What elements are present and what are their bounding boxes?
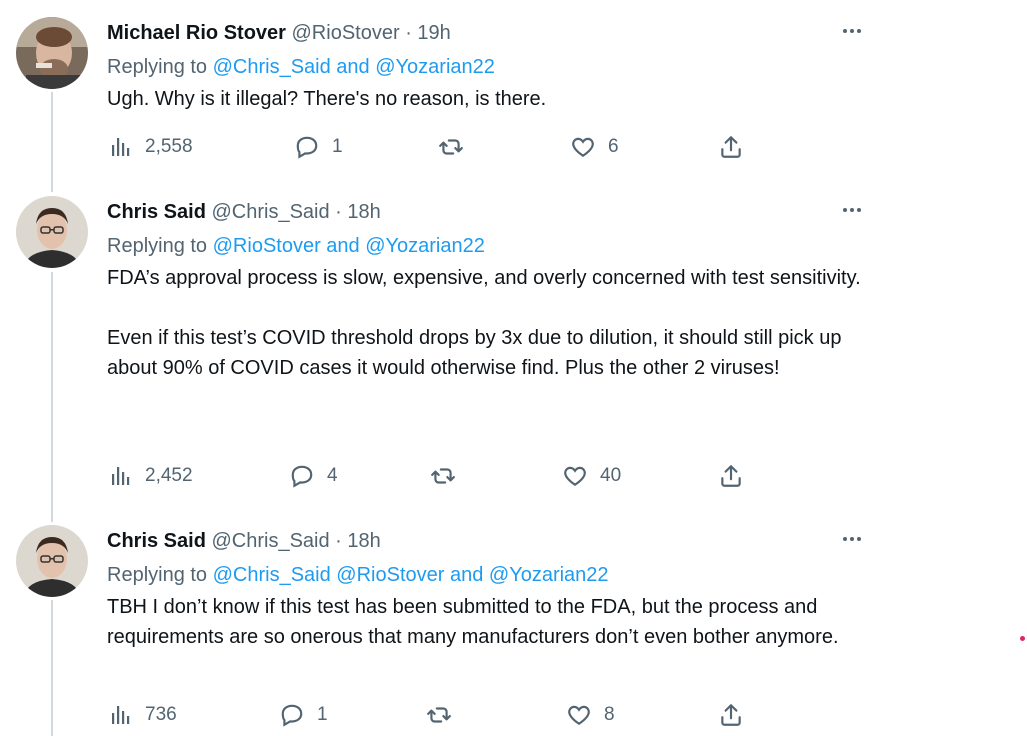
heart-icon (562, 463, 588, 489)
views-count: 736 (145, 704, 177, 725)
reply-count: 4 (327, 465, 338, 486)
retweet-icon (430, 463, 456, 489)
replying-prefix: Replying to (107, 564, 208, 586)
action-bar: 736 1 8 (0, 700, 800, 730)
tweet[interactable]: Michael Rio Stover @RioStover · 19h Repl… (0, 17, 1027, 177)
replying-to: Replying to @Chris_Said and @Yozarian22 (107, 54, 495, 80)
tweet-header: Chris Said @Chris_Said · 18h (107, 199, 381, 225)
action-bar: 2,452 4 40 (0, 461, 800, 491)
timestamp[interactable]: · 18h (335, 201, 381, 223)
views-count: 2,452 (145, 465, 193, 486)
tweet-text: TBH I don’t know if this test has been s… (107, 596, 839, 648)
avatar[interactable] (16, 196, 88, 268)
views-button[interactable]: 2,452 (109, 461, 193, 491)
tweet-text: FDA’s approval process is slow, expensiv… (107, 267, 861, 379)
action-bar: 2,558 1 6 (0, 132, 800, 162)
retweet-button[interactable] (438, 132, 464, 162)
retweet-button[interactable] (426, 700, 452, 730)
tweet-header: Chris Said @Chris_Said · 18h (107, 528, 381, 554)
share-button[interactable] (718, 700, 744, 730)
heart-icon (570, 134, 596, 160)
handle[interactable]: @Chris_Said (211, 201, 329, 223)
like-count: 6 (608, 136, 619, 157)
like-count: 40 (600, 465, 622, 486)
replying-links[interactable]: @Chris_Said and @Yozarian22 (213, 56, 495, 78)
retweet-button[interactable] (430, 461, 456, 491)
reply-button[interactable]: 4 (289, 461, 338, 491)
like-button[interactable]: 40 (562, 461, 621, 491)
share-icon (718, 702, 744, 728)
share-button[interactable] (718, 132, 744, 162)
replying-to: Replying to @RioStover and @Yozarian22 (107, 233, 485, 259)
views-icon (109, 135, 133, 159)
heart-icon (566, 702, 592, 728)
tweet[interactable]: Chris Said @Chris_Said · 18h Replying to… (0, 525, 1027, 736)
views-button[interactable]: 736 (109, 700, 177, 730)
share-icon (718, 134, 744, 160)
replying-to: Replying to @Chris_Said @RioStover and @… (107, 562, 609, 588)
replying-links[interactable]: @Chris_Said @RioStover and @Yozarian22 (213, 564, 609, 586)
reply-button[interactable]: 1 (294, 132, 343, 162)
replying-prefix: Replying to (107, 235, 208, 257)
timestamp[interactable]: · 18h (335, 530, 381, 552)
replying-links[interactable]: @RioStover and @Yozarian22 (213, 235, 485, 257)
avatar[interactable] (16, 17, 88, 89)
reply-count: 1 (317, 704, 328, 725)
display-name[interactable]: Chris Said (107, 530, 206, 552)
share-button[interactable] (718, 461, 744, 491)
like-button[interactable]: 8 (566, 700, 615, 730)
handle[interactable]: @Chris_Said (211, 530, 329, 552)
more-icon[interactable] (838, 21, 866, 41)
replying-prefix: Replying to (107, 56, 208, 78)
timestamp[interactable]: · 19h (405, 22, 451, 44)
display-name[interactable]: Chris Said (107, 201, 206, 223)
avatar[interactable] (16, 525, 88, 597)
tweet-text: Ugh. Why is it illegal? There's no reaso… (107, 88, 547, 110)
more-icon[interactable] (838, 529, 866, 549)
reply-icon (289, 463, 315, 489)
tweet[interactable]: Chris Said @Chris_Said · 18h Replying to… (0, 196, 1027, 516)
handle[interactable]: @RioStover (292, 22, 400, 44)
display-name[interactable]: Michael Rio Stover (107, 22, 286, 44)
retweet-icon (438, 134, 464, 160)
cursor-dot (1020, 636, 1025, 641)
reply-count: 1 (332, 136, 343, 157)
views-count: 2,558 (145, 136, 193, 157)
reply-button[interactable]: 1 (279, 700, 328, 730)
share-icon (718, 463, 744, 489)
like-button[interactable]: 6 (570, 132, 619, 162)
views-icon (109, 703, 133, 727)
reply-icon (294, 134, 320, 160)
more-icon[interactable] (838, 200, 866, 220)
reply-icon (279, 702, 305, 728)
tweet-header: Michael Rio Stover @RioStover · 19h (107, 20, 451, 46)
views-icon (109, 464, 133, 488)
views-button[interactable]: 2,558 (109, 132, 193, 162)
retweet-icon (426, 702, 452, 728)
like-count: 8 (604, 704, 615, 725)
